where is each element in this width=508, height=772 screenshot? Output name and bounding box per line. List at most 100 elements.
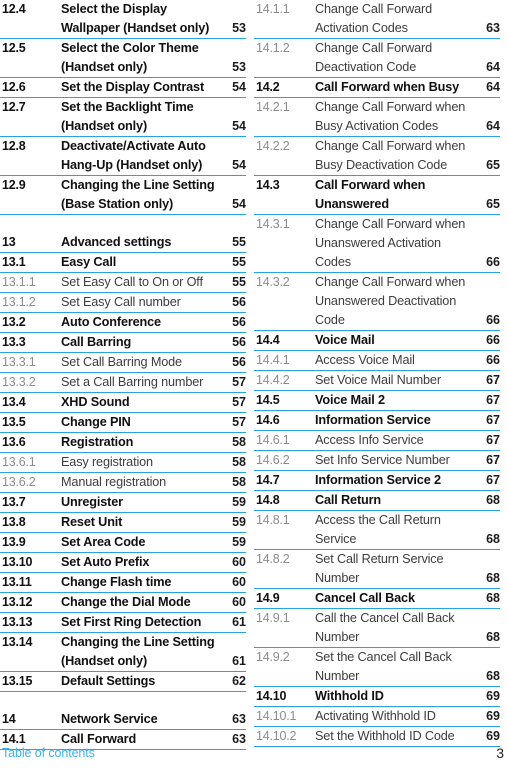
toc-entry[interactable]: 14.4 Voice Mail 66 (254, 331, 500, 351)
toc-entry[interactable]: 13.4 XHD Sound 57 (0, 393, 246, 413)
toc-entry-page-number: 55 (232, 235, 246, 249)
toc-entry[interactable]: 14.6.1 Access Info Service 67 (254, 431, 500, 451)
toc-entry[interactable]: 12.6 Set the Display Contrast 54 (0, 78, 246, 98)
toc-entry[interactable]: 12.4 Select the Display Wallpaper (Handset… (0, 0, 246, 39)
toc-entry-title: Set the Display Contrast (61, 80, 205, 94)
toc-entry[interactable]: 14.4.1 Access Voice Mail 66 (254, 351, 500, 371)
toc-entry-line: (Handset only) 53 (0, 58, 246, 77)
toc-entry[interactable]: 12.5 Select the Color Theme (Handset only)… (0, 39, 246, 78)
toc-entry[interactable]: 13.1 Easy Call 55 (0, 253, 246, 273)
toc-entry-title: Number (315, 630, 360, 644)
toc-entry-title: Change PIN (61, 415, 131, 429)
toc-entry[interactable]: 14.6 Information Service 67 (254, 411, 500, 431)
toc-entry-page-number: 67 (486, 433, 500, 447)
toc-entry-line: 14.3.1 Change Call Forward when (254, 215, 500, 234)
toc-entry-title: Unanswered Deactivation (315, 294, 457, 308)
toc-entry-number: 13.11 (2, 575, 32, 589)
toc-entry[interactable]: 14.6.2 Set Info Service Number 67 (254, 451, 500, 471)
toc-entry[interactable]: 13.3.1 Set Call Barring Mode 56 (0, 353, 246, 373)
toc-entry[interactable]: 14.8 Call Return 68 (254, 491, 500, 511)
toc-entry-number: 14.4 (256, 333, 280, 347)
toc-entry-line: 14.3 Call Forward when (254, 176, 500, 195)
toc-entry-page-number: 64 (486, 80, 500, 94)
toc-entry-title: (Handset only) (61, 654, 148, 668)
toc-entry[interactable]: 13.5 Change PIN 57 (0, 413, 246, 433)
toc-entry[interactable]: 14.1.2 Change Call Forward Deactivation Co… (254, 39, 500, 78)
toc-entry[interactable]: 14.10 Withhold ID 69 (254, 687, 500, 707)
toc-entry-number: 14.10 (256, 689, 287, 703)
toc-entry[interactable]: 13.15 Default Settings 62 (0, 672, 246, 692)
toc-entry[interactable]: 14.9.2 Set the Cancel Call Back Number 68 (254, 648, 500, 687)
toc-entry[interactable]: 13.6.2 Manual registration 58 (0, 473, 246, 493)
toc-entry-line: 14.2.1 Change Call Forward when (254, 98, 500, 117)
toc-entry[interactable]: 14.2.1 Change Call Forward when Busy Activ… (254, 98, 500, 137)
toc-entry[interactable]: 13.9 Set Area Code 59 (0, 533, 246, 553)
toc-entry[interactable]: 13.11 Change Flash time 60 (0, 573, 246, 593)
toc-entry-line: (Base Station only) 54 (0, 195, 246, 214)
toc-entry-line: 14.10.1 Activating Withhold ID 69 (254, 707, 500, 726)
toc-entry[interactable]: 14.8.2 Set Call Return Service Number 68 (254, 550, 500, 589)
toc-entry-title: Service (315, 532, 357, 546)
toc-entry[interactable]: 14 Network Service 63 (0, 710, 246, 730)
toc-entry[interactable]: 12.7 Set the Backlight Time (Handset only)… (0, 98, 246, 137)
toc-entry-title: Default Settings (61, 674, 156, 688)
toc-entry-title: Set the Withhold ID Code (315, 729, 455, 743)
toc-entry[interactable]: 13.6.1 Easy registration 58 (0, 453, 246, 473)
toc-entry[interactable]: 13.3.2 Set a Call Barring number 57 (0, 373, 246, 393)
toc-entry-number: 14.1.1 (256, 2, 290, 16)
toc-entry-line: 13.13 Set First Ring Detection 61 (0, 613, 246, 632)
toc-entry-title: Call Barring (61, 335, 132, 349)
toc-entry[interactable]: 14.4.2 Set Voice Mail Number 67 (254, 371, 500, 391)
toc-entry-line: Activation Codes 63 (254, 19, 500, 38)
toc-entry[interactable]: 14.1.1 Change Call Forward Activation Code… (254, 0, 500, 39)
toc-entry-line: 13.1.2 Set Easy Call number 56 (0, 293, 246, 312)
toc-entry-title: Call Return (315, 493, 382, 507)
toc-entry-line: 14.7 Information Service 2 67 (254, 471, 500, 490)
toc-entry-page-number: 58 (232, 435, 246, 449)
toc-entry[interactable]: 14.9 Cancel Call Back 68 (254, 589, 500, 609)
toc-entry-title: Change Call Forward (315, 2, 433, 16)
toc-page: 12.4 Select the Display Wallpaper (Handset… (0, 0, 508, 772)
toc-entry[interactable]: 12.8 Deactivate/Activate Auto Hang-Up (Han… (0, 137, 246, 176)
toc-entry-number: 13.14 (2, 635, 33, 649)
toc-entry-title: Unregister (61, 495, 123, 509)
toc-entry-title: Number (315, 571, 360, 585)
toc-entry[interactable]: 14.7 Information Service 2 67 (254, 471, 500, 491)
toc-entry[interactable]: 14.2.2 Change Call Forward when Busy Deact… (254, 137, 500, 176)
toc-entry-number: 13.15 (2, 674, 33, 688)
toc-entry[interactable]: 14.10.2 Set the Withhold ID Code 69 (254, 727, 500, 747)
toc-entry[interactable]: 14.3 Call Forward when Unanswered 65 (254, 176, 500, 215)
toc-entry[interactable]: 13.10 Set Auto Prefix 60 (0, 553, 246, 573)
toc-entry[interactable]: 13.2 Auto Conference 56 (0, 313, 246, 333)
toc-entry[interactable]: 14.2 Call Forward when Busy 64 (254, 78, 500, 98)
toc-entry[interactable]: 14.10.1 Activating Withhold ID 69 (254, 707, 500, 727)
toc-entry[interactable]: 13.12 Change the Dial Mode 60 (0, 593, 246, 613)
toc-entry[interactable]: 14.5 Voice Mail 2 67 (254, 391, 500, 411)
toc-entry-line: 12.7 Set the Backlight Time (0, 98, 246, 117)
toc-entry[interactable]: 13.3 Call Barring 56 (0, 333, 246, 353)
toc-entry-page-number: 65 (486, 197, 500, 211)
toc-entry[interactable]: 13.1.2 Set Easy Call number 56 (0, 293, 246, 313)
toc-entry[interactable]: 13 Advanced settings 55 (0, 233, 246, 253)
toc-entry-number: 14.9.1 (256, 611, 290, 625)
toc-entry[interactable]: 13.6 Registration 58 (0, 433, 246, 453)
toc-entry[interactable]: 14.3.1 Change Call Forward when Unanswered… (254, 215, 500, 273)
toc-entry[interactable]: 14.9.1 Call the Cancel Call Back Number 68 (254, 609, 500, 648)
toc-entry-title: Withhold ID (315, 689, 384, 703)
toc-entry-line: 13.8 Reset Unit 59 (0, 513, 246, 532)
toc-entry[interactable]: 13.7 Unregister 59 (0, 493, 246, 513)
toc-entry-line: 14.8.1 Access the Call Return (254, 511, 500, 530)
toc-entry-page-number: 66 (486, 333, 500, 347)
toc-entry[interactable]: 13.1.1 Set Easy Call to On or Off 55 (0, 273, 246, 293)
toc-entry[interactable]: 14.3.2 Change Call Forward when Unanswered… (254, 273, 500, 331)
toc-entry[interactable]: 14.8.1 Access the Call Return Service 68 (254, 511, 500, 550)
toc-entry-line: Unanswered Activation (254, 234, 500, 253)
toc-entry-number: 14.9.2 (256, 650, 290, 664)
toc-entry-page-number: 68 (486, 493, 500, 507)
toc-entry[interactable]: 13.13 Set First Ring Detection 61 (0, 613, 246, 633)
toc-entry-page-number: 53 (232, 21, 246, 35)
toc-entry[interactable]: 13.14 Changing the Line Setting (Handset o… (0, 633, 246, 672)
toc-entry[interactable]: 13.8 Reset Unit 59 (0, 513, 246, 533)
toc-entry[interactable]: 12.9 Changing the Line Setting (Base Stati… (0, 176, 246, 215)
right-column: 14.1.1 Change Call Forward Activation Code… (254, 0, 500, 747)
